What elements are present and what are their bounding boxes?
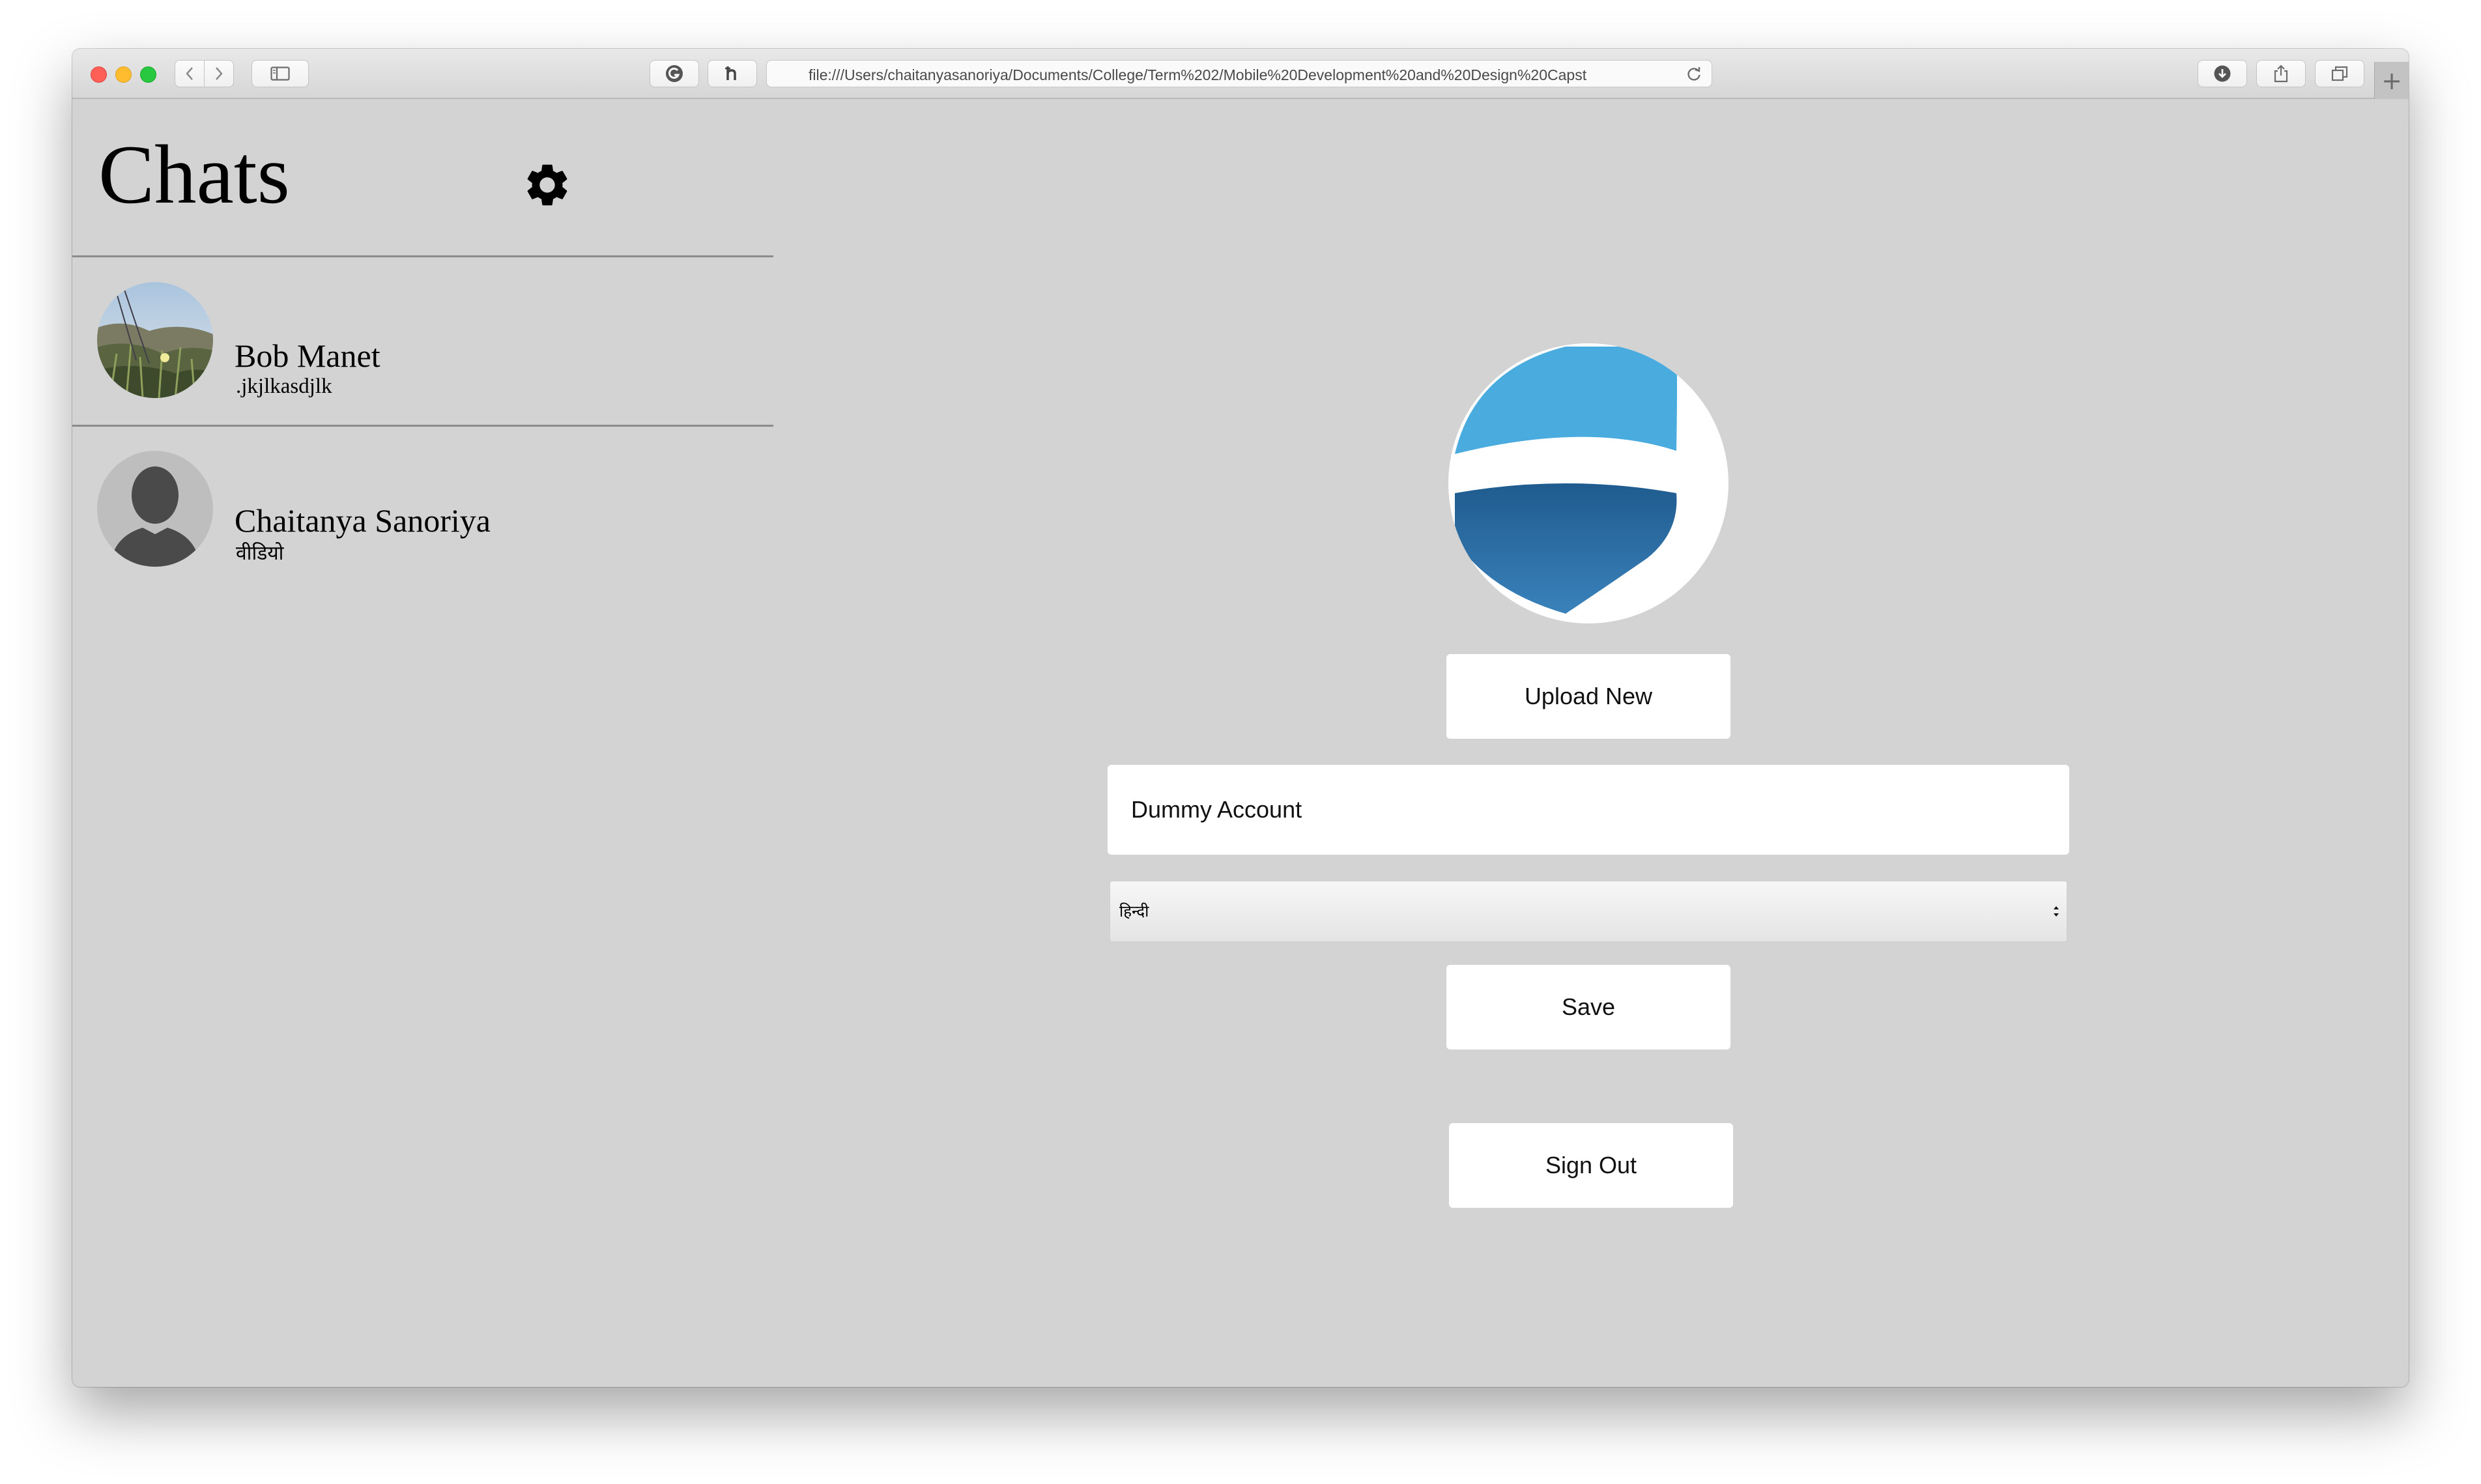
grammarly-extension-button[interactable]: [650, 60, 699, 87]
reload-icon[interactable]: [1685, 66, 1702, 83]
avatar: [97, 282, 213, 398]
sidebar-icon: [270, 66, 290, 81]
zoom-window-button[interactable]: [140, 66, 156, 83]
chevron-left-icon: [186, 67, 193, 80]
address-bar[interactable]: file:///Users/chaitanyasanoriya/Document…: [766, 60, 1712, 87]
show-tabs-button[interactable]: [2315, 60, 2364, 87]
grammarly-icon: [666, 65, 683, 82]
tabs-icon: [2331, 66, 2348, 81]
chevron-right-icon: [216, 67, 223, 80]
default-person-silhouette: [110, 466, 200, 567]
minimize-window-button[interactable]: [115, 66, 132, 83]
sign-out-button[interactable]: Sign Out: [1449, 1123, 1733, 1208]
url-text: file:///Users/chaitanyasanoriya/Document…: [809, 66, 1587, 83]
sidebar-toggle-button[interactable]: [251, 60, 309, 87]
avatar: [97, 451, 213, 567]
select-arrows-icon: [2054, 906, 2059, 917]
back-button[interactable]: [175, 60, 205, 87]
language-select[interactable]: हिन्दी: [1110, 881, 2067, 942]
chats-title: Chats: [98, 128, 290, 221]
landscape-photo: [97, 282, 213, 398]
chat-name: Chaitanya Sanoriya: [235, 502, 491, 539]
gear-icon[interactable]: [522, 160, 573, 210]
chat-last-message: वीडियो: [236, 542, 284, 565]
profile-picture: [1448, 343, 1728, 623]
chat-name: Bob Manet: [235, 337, 380, 374]
chat-list-item[interactable]: Bob Manet .jkjlkasdjlk: [72, 257, 773, 423]
new-tab-button[interactable]: +: [2374, 62, 2409, 99]
save-button[interactable]: Save: [1446, 965, 1730, 1049]
display-name-input[interactable]: [1108, 765, 2069, 855]
chat-last-message: .jkjlkasdjlk: [236, 375, 332, 398]
upload-new-button[interactable]: Upload New: [1446, 654, 1730, 739]
browser-toolbar: file:///Users/chaitanyasanoriya/Document…: [72, 49, 2409, 99]
hypothesis-icon: [725, 66, 736, 80]
chat-list-item[interactable]: Chaitanya Sanoriya वीडियो: [72, 427, 773, 593]
close-window-button[interactable]: [91, 66, 107, 83]
share-button[interactable]: [2256, 60, 2306, 87]
download-icon: [2214, 65, 2231, 82]
shield-logo-image: [1455, 347, 1677, 614]
browser-window: file:///Users/chaitanyasanoriya/Document…: [72, 49, 2409, 1387]
downloads-button[interactable]: [2198, 60, 2247, 87]
hypothesis-extension-button[interactable]: [708, 60, 757, 87]
language-selected-value: हिन्दी: [1119, 902, 1149, 920]
forward-button[interactable]: [204, 60, 234, 87]
share-icon: [2274, 64, 2288, 83]
